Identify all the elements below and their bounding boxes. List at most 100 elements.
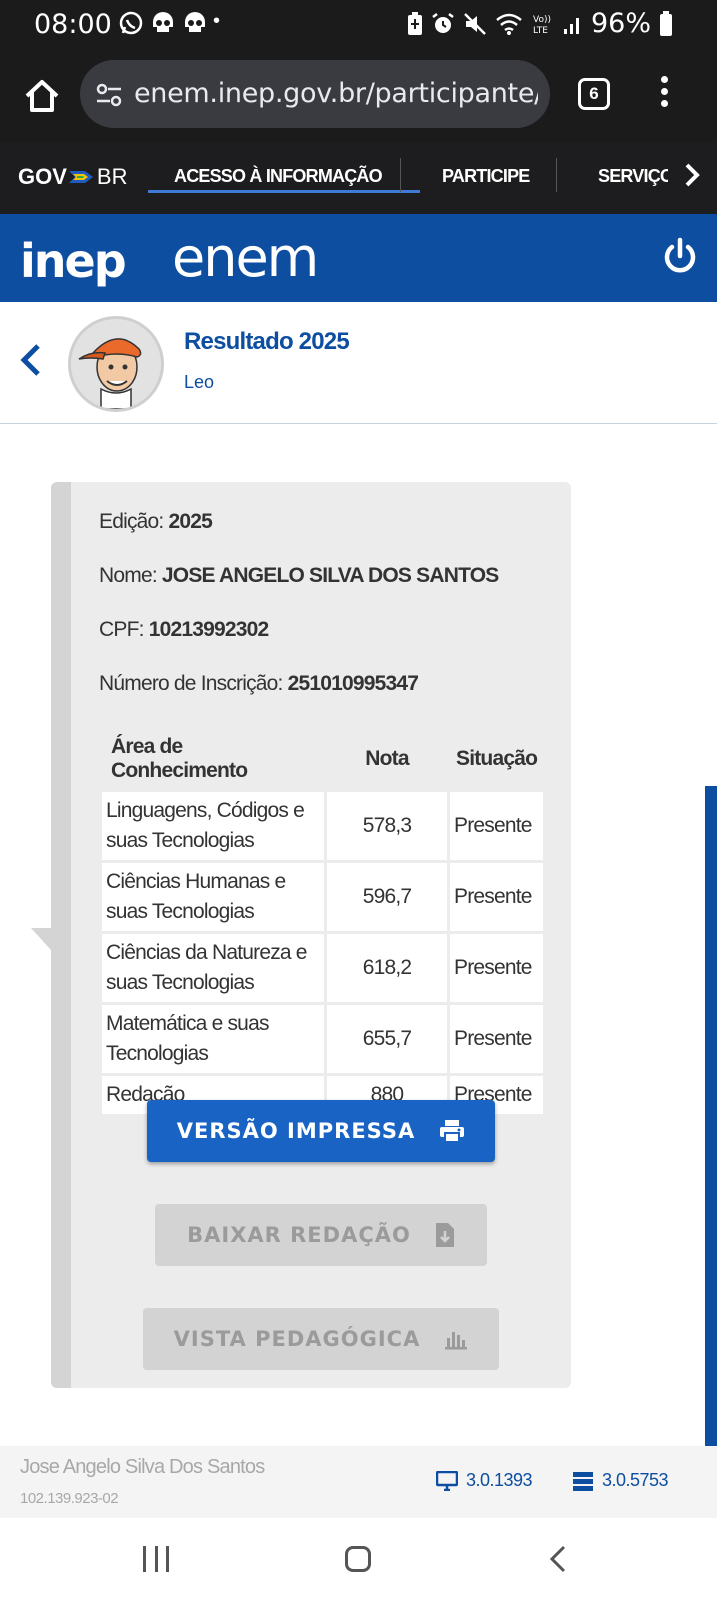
footer-user-document: 102.139.923-02	[20, 1490, 119, 1507]
cpf-line: CPF: 10213992302	[99, 618, 269, 642]
site-settings-icon[interactable]	[94, 80, 124, 110]
footer-user-name: Jose Angelo Silva Dos Santos	[20, 1456, 265, 1478]
cell-situacao: Presente	[450, 1005, 544, 1073]
download-essay-button[interactable]: BAIXAR REDAÇÃO	[155, 1204, 487, 1266]
scores-table: Área de Conhecimento Nota Situação Lingu…	[99, 726, 546, 1117]
android-navigation-bar	[0, 1518, 717, 1600]
inscricao-label: Número de Inscrição:	[99, 672, 283, 695]
column-header-nota: Nota	[365, 747, 409, 770]
nav-divider	[556, 158, 557, 192]
mute-icon	[464, 12, 486, 35]
edicao-line: Edição: 2025	[99, 510, 213, 534]
cell-situacao: Presente	[450, 792, 544, 860]
table-row: Linguagens, Códigos e suas Tecnologias 5…	[102, 792, 544, 860]
frontend-version-text: 3.0.1393	[466, 1470, 533, 1490]
cell-nota: 618,2	[327, 934, 447, 1002]
whatsapp-icon	[119, 11, 143, 35]
chevron-right-icon[interactable]	[682, 162, 702, 188]
recents-icon[interactable]	[143, 1546, 169, 1572]
nav-participe[interactable]: PARTICIPE	[442, 166, 530, 187]
home-icon[interactable]	[22, 76, 62, 116]
back-chevron-icon[interactable]	[18, 342, 46, 378]
nome-value: JOSE ANGELO SILVA DOS SANTOS	[161, 564, 499, 587]
column-header-area: Área de Conhecimento	[111, 735, 248, 782]
cpf-value: 10213992302	[148, 618, 269, 641]
result-card: Edição: 2025 Nome: JOSE ANGELO SILVA DOS…	[51, 482, 571, 1388]
address-bar[interactable]: enem.inep.gov.br/participante/#!	[80, 60, 550, 128]
nav-divider	[400, 158, 401, 192]
logout-power-icon[interactable]	[660, 236, 700, 276]
print-version-button[interactable]: VERSÃO IMPRESSA	[147, 1100, 495, 1162]
cell-area: Matemática e suas Tecnologias	[102, 1005, 324, 1073]
battery-icon	[660, 10, 672, 36]
file-download-icon	[435, 1223, 454, 1247]
home-button-icon[interactable]	[345, 1546, 371, 1572]
skull-icon	[153, 12, 173, 32]
print-version-label: VERSÃO IMPRESSA	[176, 1119, 416, 1143]
table-row: Matemática e suas Tecnologias 655,7 Pres…	[102, 1005, 544, 1073]
skull-icon	[185, 12, 205, 32]
cell-area: Linguagens, Códigos e suas Tecnologias	[102, 792, 324, 860]
br-logo-text: BR	[96, 164, 128, 189]
inscricao-line: Número de Inscrição: 251010995347	[99, 672, 419, 696]
right-edge-accent	[705, 786, 717, 1446]
printer-icon	[440, 1120, 465, 1143]
pedagogical-view-label: VISTA PEDAGÓGICA	[173, 1327, 421, 1351]
status-system-icons: Vo)) LTE 96%	[407, 8, 673, 39]
status-more-dot: •	[213, 10, 221, 32]
status-bar: 08:00 • Vo)) LTE 96%	[0, 0, 717, 46]
more-menu-icon[interactable]	[658, 76, 670, 112]
table-header-row: Área de Conhecimento Nota Situação	[102, 729, 543, 789]
alarm-icon	[432, 12, 454, 33]
monitor-icon	[436, 1470, 458, 1491]
back-icon[interactable]	[548, 1544, 568, 1574]
inep-header: inep enem	[0, 214, 717, 302]
nav-active-indicator	[148, 190, 420, 193]
cell-area: Ciências da Natureza e suas Tecnologias	[102, 934, 324, 1002]
inep-logo[interactable]: inep	[20, 234, 127, 288]
nav-acesso-informacao[interactable]: ACESSO À INFORMAÇÃO	[174, 166, 383, 187]
enem-logo[interactable]: enem	[172, 226, 319, 289]
gov-arrow-icon	[68, 171, 93, 183]
card-left-border	[51, 482, 71, 1388]
cell-situacao: Presente	[450, 934, 544, 1002]
download-essay-label: BAIXAR REDAÇÃO	[187, 1223, 411, 1247]
status-notification-icons	[118, 10, 208, 36]
cell-nota: 655,7	[327, 1005, 447, 1073]
pedagogical-view-button[interactable]: VISTA PEDAGÓGICA	[143, 1308, 499, 1370]
card-pointer	[31, 928, 51, 950]
url-text: enem.inep.gov.br/participante/#!	[134, 78, 538, 109]
column-header-situacao: Situação	[456, 747, 538, 770]
nav-servicos[interactable]: SERVIÇOS	[598, 166, 668, 187]
avatar-character-icon	[71, 319, 161, 409]
footer: Jose Angelo Silva Dos Santos 102.139.923…	[0, 1446, 717, 1518]
signal-icon	[563, 17, 579, 34]
status-time: 08:00	[34, 9, 112, 40]
profile-nickname: Leo	[184, 372, 215, 392]
battery-saver-icon	[407, 11, 422, 35]
volte-icon: Vo))LTE	[533, 15, 551, 36]
gov-br-logo[interactable]: GOV BR	[18, 164, 127, 190]
server-icon	[573, 1471, 593, 1491]
cell-area: Ciências Humanas e suas Tecnologias	[102, 863, 324, 931]
cpf-label: CPF:	[99, 618, 144, 641]
cell-nota: 578,3	[327, 792, 447, 860]
backend-version: 3.0.5753	[572, 1470, 669, 1491]
nome-label: Nome:	[99, 564, 158, 587]
gov-br-bar: GOV BR ACESSO À INFORMAÇÃO PARTICIPE SER…	[0, 142, 717, 214]
browser-toolbar: enem.inep.gov.br/participante/#! 6	[0, 46, 717, 142]
tab-switcher-button[interactable]: 6	[578, 78, 610, 110]
frontend-version: 3.0.1393	[436, 1470, 533, 1491]
cell-situacao: Presente	[450, 863, 544, 931]
bar-chart-icon	[445, 1332, 468, 1350]
cell-nota: 596,7	[327, 863, 447, 931]
wifi-icon	[496, 13, 522, 35]
profile-header: Resultado 2025 Leo	[0, 302, 717, 424]
edicao-label: Edição:	[99, 510, 164, 533]
page-title: Resultado 2025	[184, 328, 350, 355]
table-row: Ciências da Natureza e suas Tecnologias …	[102, 934, 544, 1002]
svg-text:Vo)): Vo))	[533, 15, 551, 25]
avatar	[68, 316, 164, 412]
inscricao-value: 251010995347	[287, 672, 419, 695]
nome-line: Nome: JOSE ANGELO SILVA DOS SANTOS	[99, 564, 499, 588]
